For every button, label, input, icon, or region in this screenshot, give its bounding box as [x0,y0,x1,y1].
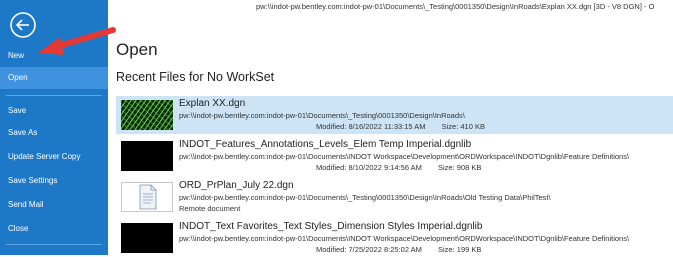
recent-files-heading: Recent Files for No WorkSet [116,70,275,84]
nav-save-settings[interactable]: Save Settings [0,170,108,192]
file-modified: Modified: 8/16/2022 11:33:15 AM [316,122,426,131]
recent-file-row[interactable]: INDOT_Text Favorites_Text Styles_Dimensi… [116,219,673,257]
file-modified: Modified: 8/10/2022 9:14:56 AM [316,163,422,172]
file-path: pw:\\indot-pw.bentley.com:indot-pw-01\Do… [179,234,630,243]
recent-file-row[interactable]: ORD_PrPlan_July 22.dgn pw:\\indot-pw.ben… [116,178,673,216]
file-meta: Modified: 7/25/2022 8:25:02 AM Size: 199… [316,245,481,254]
nav-new[interactable]: New [0,45,108,67]
file-name: INDOT_Features_Annotations_Levels_Elem T… [179,139,472,150]
file-meta: Modified: 8/10/2022 9:14:56 AM Size: 908… [316,163,481,172]
file-name: ORD_PrPlan_July 22.dgn [179,180,294,191]
nav-save[interactable]: Save [0,100,108,122]
nav-divider [6,95,102,96]
file-meta: Modified: 8/16/2022 11:33:15 AM Size: 41… [316,122,485,131]
nav-divider [6,244,102,245]
nav-send-mail[interactable]: Send Mail [0,194,108,216]
file-path: pw:\\indot-pw.bentley.com:indot-pw-01\Do… [179,193,551,202]
file-size: Size: 908 KB [438,163,482,172]
file-path: pw:\\indot-pw.bentley.com:indot-pw-01\Do… [179,111,465,120]
recent-file-row[interactable]: Explan XX.dgn pw:\\indot-pw.bentley.com:… [116,96,673,134]
file-thumbnail [121,141,173,171]
backstage-sidebar: New Open Save Save As Update Server Copy… [0,0,108,255]
window-title-path: pw:\\indot-pw.bentley.com:indot-pw-01\Do… [256,2,655,11]
nav-close[interactable]: Close [0,218,108,240]
file-name: Explan XX.dgn [179,98,246,109]
nav-open[interactable]: Open [0,67,108,89]
file-size: Size: 199 KB [438,245,482,254]
nav-update-server-copy[interactable]: Update Server Copy [0,146,108,168]
document-icon [121,182,173,212]
page-title: Open [116,40,158,59]
recent-file-row[interactable]: INDOT_Features_Annotations_Levels_Elem T… [116,137,673,175]
file-thumbnail [121,223,173,253]
back-arrow-circle-icon[interactable] [8,10,38,40]
file-name: INDOT_Text Favorites_Text Styles_Dimensi… [179,221,483,232]
file-path: pw:\\indot-pw.bentley.com:indot-pw-01\Do… [179,152,630,161]
file-size: Size: 410 KB [441,122,485,131]
nav-save-as[interactable]: Save As [0,122,108,144]
file-modified: Modified: 7/25/2022 8:25:02 AM [316,245,422,254]
remote-document-label: Remote document [179,204,241,213]
file-thumbnail [121,100,173,130]
